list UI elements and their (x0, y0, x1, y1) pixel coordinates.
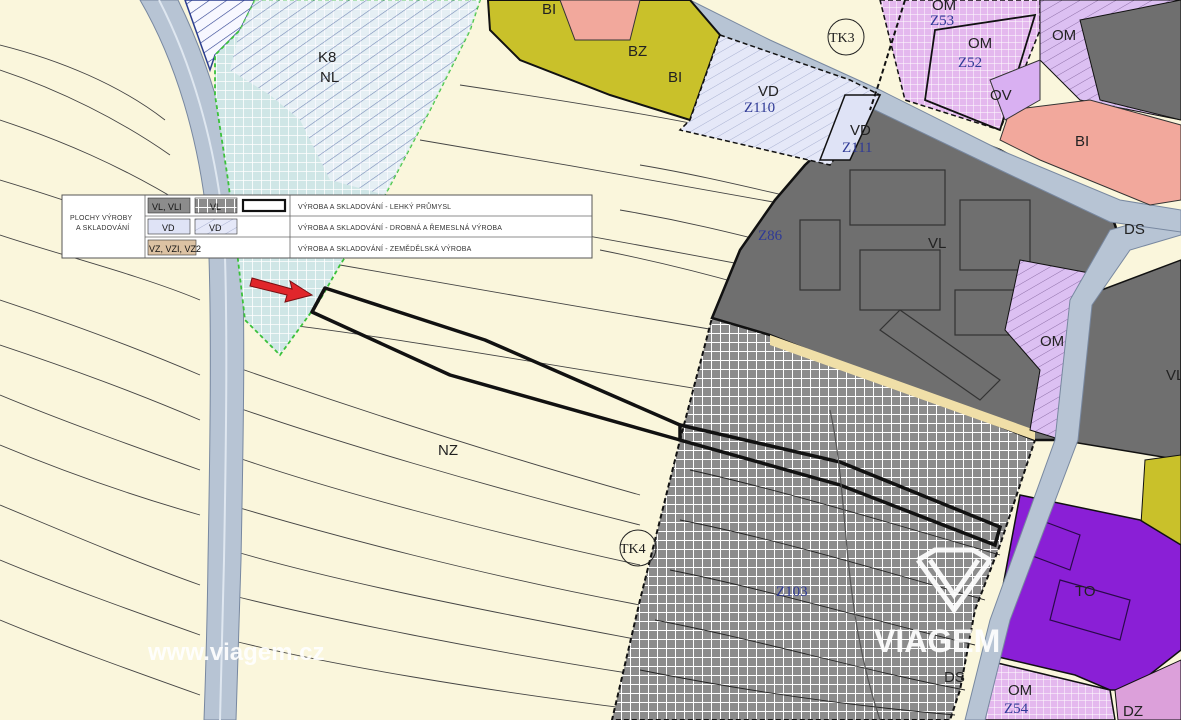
label-z103: Z103 (776, 584, 808, 600)
legend-code-light-hatch: VL (210, 202, 221, 212)
legend-code-light: VL, VLI (152, 202, 182, 212)
label-om-mid: OM (1040, 333, 1064, 350)
label-vl-main: VL (928, 235, 946, 252)
label-tk3: TK3 (829, 31, 855, 46)
label-bi-top-right: BI (668, 69, 682, 86)
label-om-z52: OM (968, 35, 992, 52)
legend-code-craft: VD (162, 223, 175, 233)
label-z110: Z110 (744, 100, 775, 116)
zoning-map[interactable]: BI BZ BI K8 NL VD Z110 VD Z111 TK3 Z53 O… (0, 0, 1181, 720)
label-om-z53: OM (932, 0, 956, 14)
legend-code-agri: VZ, VZI, VZ2 (149, 244, 201, 254)
label-z111: Z111 (842, 140, 873, 156)
label-nl: NL (320, 69, 339, 86)
label-ov: OV (990, 87, 1012, 104)
legend-swatch-light-outline (241, 198, 287, 213)
legend-category-line1: PLOCHY VÝROBY (70, 213, 133, 222)
legend-desc-agri: VÝROBA A SKLADOVÁNÍ - ZEMĚDĚLSKÁ VÝROBA (298, 244, 472, 253)
label-z52: Z52 (958, 55, 982, 71)
label-z54: Z54 (1004, 701, 1029, 717)
label-bi-top: BI (542, 1, 556, 18)
label-z53: Z53 (930, 13, 954, 29)
label-vd-z110: VD (758, 83, 779, 100)
watermark-brand: VIAGEM (874, 623, 1000, 659)
watermark-url: www.viagem.cz (147, 639, 325, 666)
label-dz: DZ (1123, 703, 1143, 720)
label-k8: K8 (318, 49, 336, 66)
legend-desc-light: VÝROBA A SKLADOVÁNÍ - LEHKÝ PRŮMYSL (298, 202, 451, 211)
label-om-bottom: OM (1008, 682, 1032, 699)
label-ds-right: DS (1124, 221, 1145, 238)
legend-code-craft-hatch: VD (209, 223, 222, 233)
label-nz: NZ (438, 442, 458, 459)
label-vd-z111: VD (850, 122, 871, 139)
label-bz-top: BZ (628, 43, 647, 60)
legend-desc-craft: VÝROBA A SKLADOVÁNÍ - DROBNÁ A ŘEMESLNÁ … (298, 223, 502, 232)
legend: PLOCHY VÝROBY A SKLADOVÁNÍ VL, VLI VL VD… (61, 194, 593, 259)
legend-category-line2: A SKLADOVÁNÍ (76, 223, 129, 232)
label-vl-right: VL (1166, 367, 1181, 384)
label-om-top-right: OM (1052, 27, 1076, 44)
label-to: TO (1075, 583, 1096, 600)
label-tk4: TK4 (620, 542, 646, 557)
label-bi-right: BI (1075, 133, 1089, 150)
label-z86: Z86 (758, 228, 783, 244)
label-ds-bottom: DS (944, 669, 965, 686)
